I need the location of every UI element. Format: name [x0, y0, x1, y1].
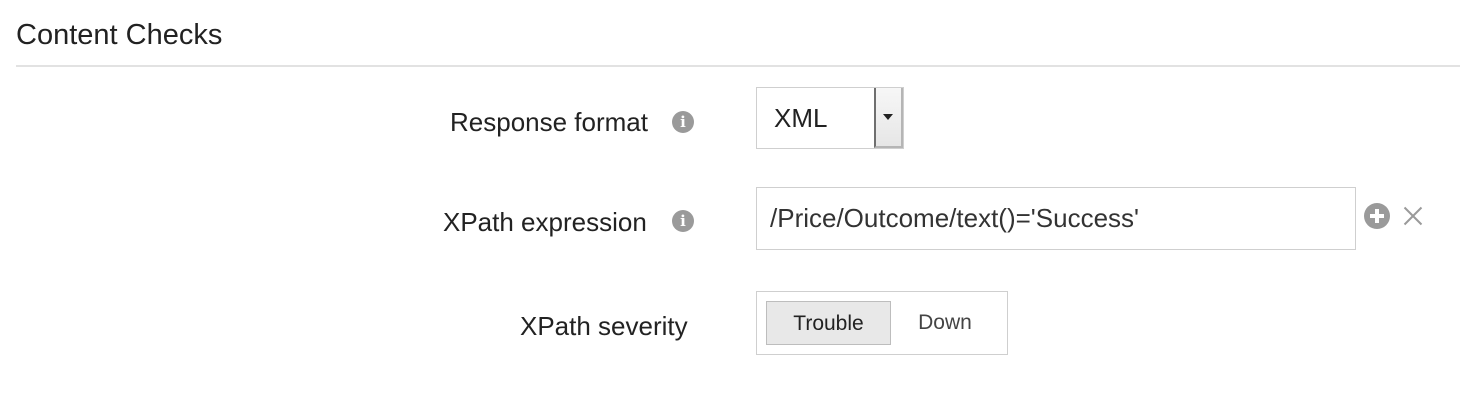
info-icon[interactable]: i — [672, 210, 694, 232]
response-format-label: Response format — [450, 107, 648, 137]
xpath-expression-label: XPath expression — [443, 207, 647, 237]
xpath-severity-toggle: Trouble Down — [756, 291, 1008, 355]
response-format-selected-value: XML — [774, 103, 828, 133]
severity-option-trouble[interactable]: Trouble — [766, 301, 891, 345]
severity-option-down[interactable]: Down — [897, 301, 993, 345]
dropdown-button[interactable] — [874, 88, 903, 148]
xpath-severity-label: XPath severity — [520, 311, 688, 341]
section-divider — [16, 65, 1460, 67]
close-icon[interactable] — [1401, 205, 1423, 227]
caret-down-icon — [883, 114, 893, 120]
content-checks-panel: Content Checks Response format i XML XPa… — [0, 0, 1460, 394]
info-icon[interactable]: i — [672, 111, 694, 133]
section-title: Content Checks — [16, 19, 223, 51]
xpath-expression-input[interactable] — [756, 187, 1356, 250]
response-format-select[interactable]: XML — [756, 87, 904, 149]
plus-circle-icon[interactable] — [1364, 203, 1390, 229]
